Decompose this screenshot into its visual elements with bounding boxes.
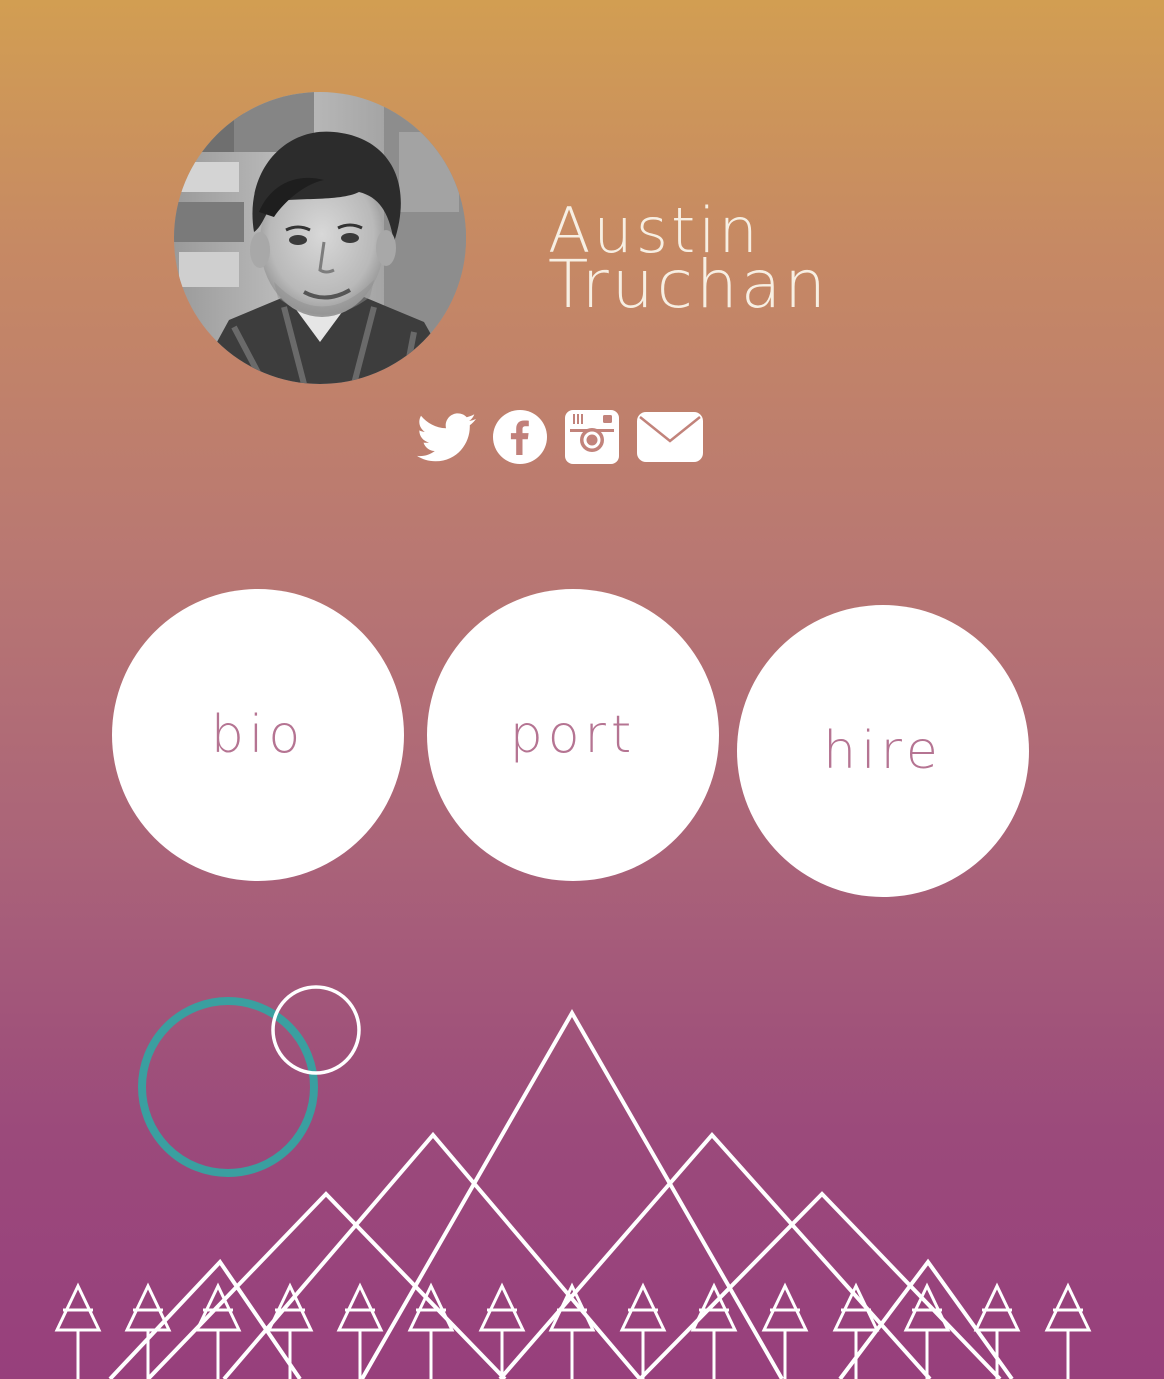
port-label: port [509, 705, 637, 765]
avatar-photo [174, 92, 466, 384]
twitter-link[interactable] [416, 410, 476, 468]
white-ring-decoration [271, 985, 361, 1075]
teal-ring-decoration [138, 997, 318, 1177]
hire-button[interactable]: hire [737, 605, 1029, 897]
instagram-camera-icon [565, 410, 619, 464]
twitter-bird-icon [417, 413, 476, 462]
social-links [416, 410, 704, 468]
email-link[interactable] [636, 411, 704, 467]
bio-button[interactable]: bio [112, 589, 404, 881]
tree-row [54, 1282, 1092, 1379]
bio-label: bio [210, 705, 306, 765]
envelope-icon [637, 412, 703, 462]
avatar [174, 92, 466, 384]
portfolio-button[interactable]: port [427, 589, 719, 881]
last-name: Truchan [548, 246, 829, 323]
instagram-link[interactable] [564, 409, 620, 469]
facebook-f-icon [493, 410, 547, 464]
page: Austin Truchan bio port hire [0, 0, 1164, 1379]
facebook-link[interactable] [492, 409, 548, 469]
hire-label: hire [823, 721, 943, 781]
name-heading: Austin Truchan [548, 200, 829, 323]
mountains [108, 1008, 1014, 1379]
